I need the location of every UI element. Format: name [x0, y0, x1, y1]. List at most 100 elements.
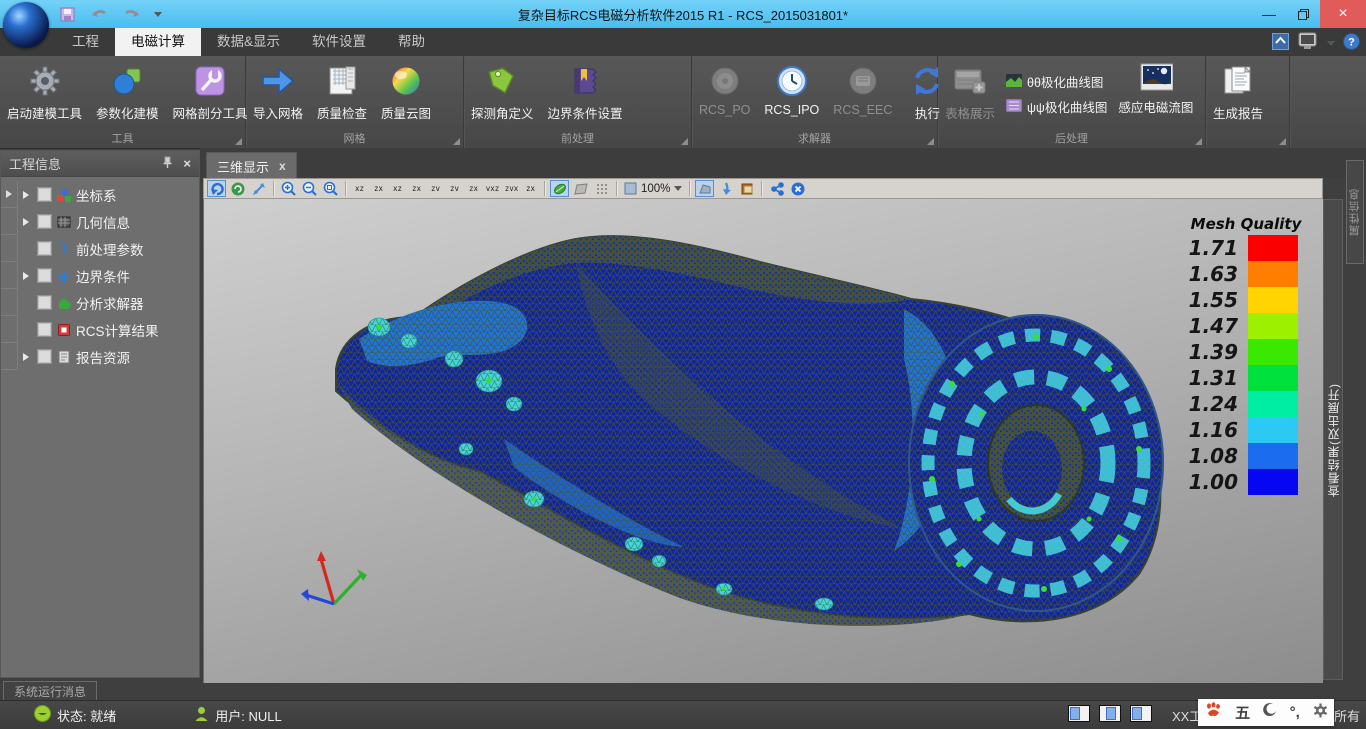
- rcs-eec-button[interactable]: RCS_EEC: [826, 62, 899, 119]
- view-orientation-icon-0[interactable]: xz: [351, 180, 368, 197]
- view-orientation-icon-1[interactable]: zx: [370, 180, 387, 197]
- view-orientation-icon-3[interactable]: zx: [408, 180, 425, 197]
- tree-item-2[interactable]: T前处理参数: [1, 235, 199, 262]
- view-orientation-icon-4[interactable]: zv: [427, 180, 444, 197]
- clip-plane-icon[interactable]: [695, 180, 714, 197]
- psi-polarization-curve-button[interactable]: ψψ极化曲线图: [1006, 97, 1107, 116]
- probe-angle-button[interactable]: 探测角定义: [464, 62, 541, 124]
- import-mesh-button[interactable]: 导入网格: [246, 62, 310, 124]
- restore-button[interactable]: [1286, 0, 1320, 28]
- tree-item-0[interactable]: 坐标系: [1, 181, 199, 208]
- boundary-condition-button[interactable]: 边界条件设置: [541, 62, 630, 124]
- menu-tab-1[interactable]: 电磁计算: [115, 28, 201, 56]
- tab-3d-display[interactable]: 三维显示 x: [206, 152, 297, 179]
- tree-checkbox[interactable]: [37, 214, 52, 229]
- system-messages-tab[interactable]: 系统运行消息: [3, 681, 97, 700]
- menu-tab-4[interactable]: 帮助: [382, 28, 441, 56]
- display-mode-dropdown-icon[interactable]: [1327, 41, 1335, 46]
- minimize-button[interactable]: —: [1252, 0, 1286, 28]
- mesh-dialog-launcher[interactable]: [453, 138, 460, 145]
- view-results-bar[interactable]: 查看结果(双击展开): [1323, 199, 1343, 680]
- pin-icon[interactable]: [162, 156, 173, 172]
- tree-checkbox[interactable]: [37, 322, 52, 337]
- expand-arrow-icon[interactable]: [18, 272, 34, 280]
- view-orientation-icon-2[interactable]: xz: [389, 180, 406, 197]
- orbit-view-icon[interactable]: [228, 180, 247, 197]
- ribbon-collapse-icon[interactable]: [1272, 33, 1289, 55]
- ribbon-group-preprocess: 探测角定义 边界条件设置 前处理: [464, 56, 692, 148]
- view-orientation-icon-7[interactable]: vxz: [484, 180, 501, 197]
- induced-current-map-button[interactable]: 感应电磁流图: [1111, 62, 1200, 118]
- tree-item-3[interactable]: 边界条件: [1, 262, 199, 289]
- ime-moon-icon[interactable]: [1263, 703, 1277, 722]
- postprocess-dialog-launcher[interactable]: [1195, 138, 1202, 145]
- preprocess-dialog-launcher[interactable]: [681, 138, 688, 145]
- quality-check-button[interactable]: 质量检查: [310, 62, 374, 124]
- ime-mode-label[interactable]: 五: [1235, 702, 1250, 723]
- shapes-icon: [110, 64, 144, 98]
- layout-toggle-center[interactable]: [1099, 705, 1121, 722]
- table-display-button[interactable]: 表格展示: [938, 62, 1002, 124]
- drop-down-arrow-icon[interactable]: [716, 180, 735, 197]
- rotate-view-icon[interactable]: [207, 180, 226, 197]
- mesh-partition-tool-button[interactable]: 网格剖分工具: [166, 62, 255, 124]
- tree-checkbox[interactable]: [37, 349, 52, 364]
- ime-logo-paw-icon[interactable]: [1204, 702, 1222, 723]
- zoom-out-icon[interactable]: [300, 180, 319, 197]
- rcs-ipo-button[interactable]: RCS_IPO: [757, 62, 826, 119]
- view-orientation-icon-6[interactable]: zx: [465, 180, 482, 197]
- zoom-level-select[interactable]: 100%: [622, 182, 684, 195]
- close-view-icon[interactable]: [788, 180, 807, 197]
- view-orientation-icon-9[interactable]: zx: [522, 180, 539, 197]
- generate-report-button[interactable]: 生成报告: [1206, 62, 1270, 124]
- tree-checkbox[interactable]: [37, 268, 52, 283]
- grid-mode-icon[interactable]: [592, 180, 611, 197]
- ime-punctuation-label[interactable]: °,: [1290, 704, 1300, 721]
- layers-icon[interactable]: [737, 180, 756, 197]
- tree-checkbox[interactable]: [37, 241, 52, 256]
- axis-triad: [301, 551, 367, 604]
- tree-item-4[interactable]: 分析求解器: [1, 289, 199, 316]
- help-icon[interactable]: ?: [1343, 33, 1360, 55]
- project-info-title: 工程信息: [9, 154, 61, 173]
- zoom-in-icon[interactable]: [279, 180, 298, 197]
- shaded-mode-icon[interactable]: [550, 180, 569, 197]
- result-icon: [55, 322, 73, 338]
- expand-arrow-icon[interactable]: [18, 353, 34, 361]
- start-modeling-tool-button[interactable]: 启动建模工具: [0, 62, 89, 124]
- tree-item-6[interactable]: 报告资源: [1, 343, 199, 370]
- tree-checkbox[interactable]: [37, 187, 52, 202]
- solver-dialog-launcher[interactable]: [927, 138, 934, 145]
- expand-arrow-icon[interactable]: [18, 218, 34, 226]
- share-icon[interactable]: [767, 180, 786, 197]
- close-button[interactable]: ×: [1320, 0, 1366, 28]
- panel-close-icon[interactable]: ×: [183, 156, 191, 171]
- ime-settings-gear-icon[interactable]: [1313, 703, 1328, 723]
- quality-cloud-map-button[interactable]: 质量云图: [374, 62, 438, 124]
- wireframe-mode-icon[interactable]: [571, 180, 590, 197]
- tools-dialog-launcher[interactable]: [235, 138, 242, 145]
- view-orientation-icon-8[interactable]: zvx: [503, 180, 520, 197]
- svg-text:?: ?: [1348, 36, 1355, 48]
- layout-toggle-left[interactable]: [1068, 705, 1090, 722]
- tab-close-icon[interactable]: x: [279, 159, 286, 173]
- properties-panel-tab[interactable]: 属性信息: [1346, 160, 1364, 264]
- viewport-3d[interactable]: Mesh Quality 1.711.631.551.471.391.311.2…: [203, 199, 1323, 683]
- zoom-extents-icon[interactable]: [321, 180, 340, 197]
- menu-tab-3[interactable]: 软件设置: [296, 28, 382, 56]
- view-orientation-icon-5[interactable]: zv: [446, 180, 463, 197]
- theta-polarization-curve-button[interactable]: θθ极化曲线图: [1006, 72, 1107, 91]
- menu-tab-0[interactable]: 工程: [56, 28, 115, 56]
- tree-checkbox[interactable]: [37, 295, 52, 310]
- menu-tab-2[interactable]: 数据&显示: [201, 28, 296, 56]
- rcs-po-button[interactable]: RCS_PO: [692, 62, 757, 119]
- layout-toggle-right[interactable]: [1130, 705, 1152, 722]
- legend-color-band: [1248, 443, 1298, 469]
- tree-item-5[interactable]: RCS计算结果: [1, 316, 199, 343]
- report-dialog-launcher[interactable]: [1279, 138, 1286, 145]
- expand-arrow-icon[interactable]: [18, 191, 34, 199]
- parametric-modeling-button[interactable]: 参数化建模: [89, 62, 166, 124]
- display-mode-icon[interactable]: [1297, 32, 1319, 55]
- tree-item-1[interactable]: 几何信息: [1, 208, 199, 235]
- pan-zoom-icon[interactable]: [249, 180, 268, 197]
